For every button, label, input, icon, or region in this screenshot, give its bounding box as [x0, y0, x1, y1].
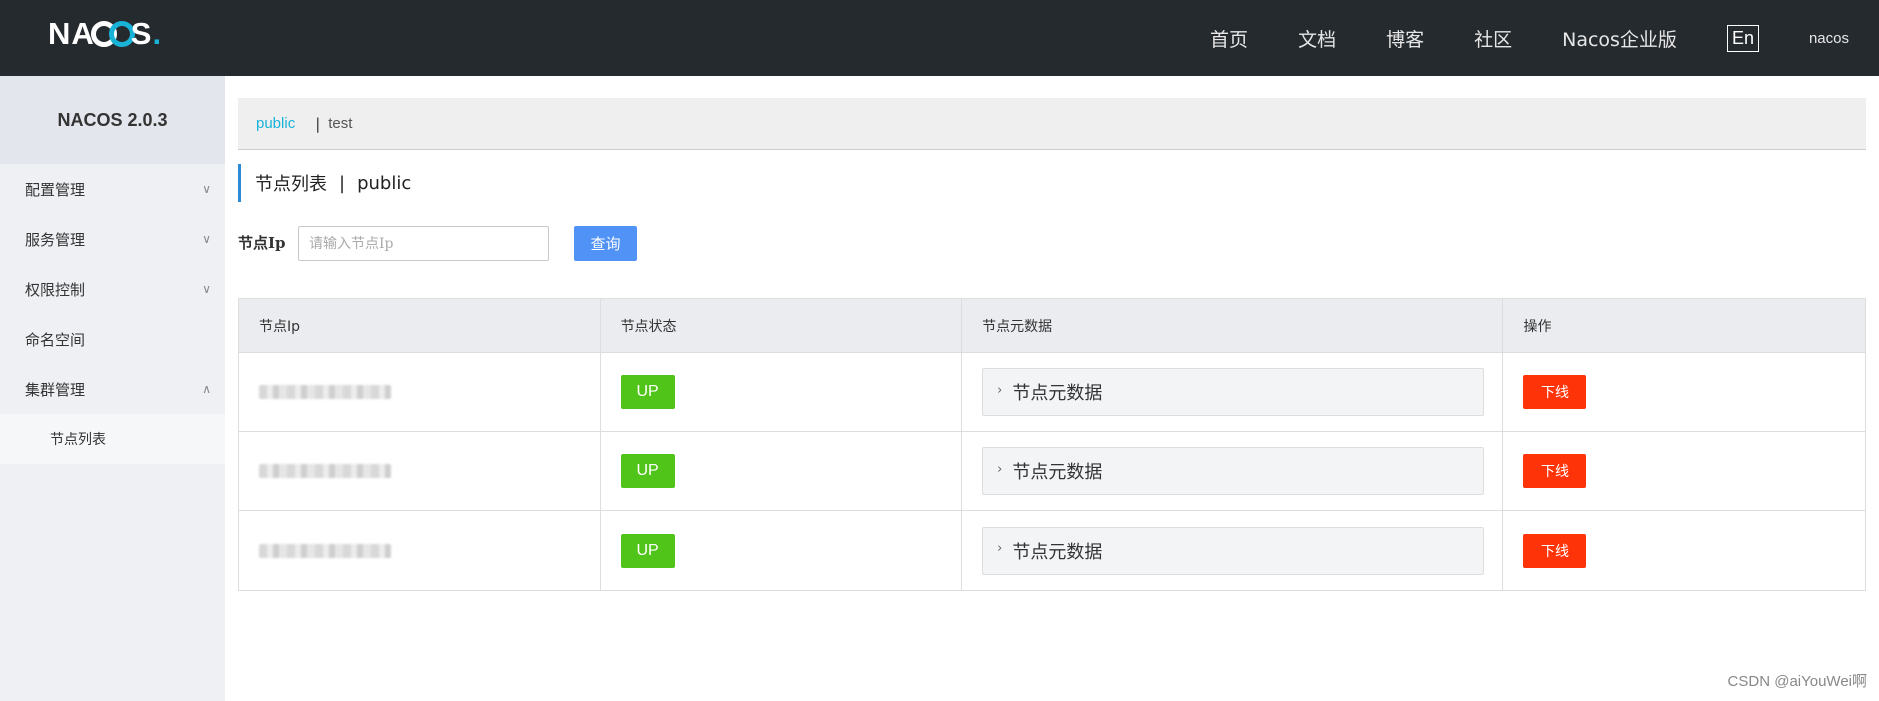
- status-badge: UP: [620, 454, 675, 488]
- table-row: UP › 节点元数据 下线: [239, 432, 1865, 511]
- page-title-namespace: public: [357, 172, 412, 194]
- table-row: UP › 节点元数据 下线: [239, 511, 1865, 590]
- chevron-right-icon: ›: [997, 461, 1003, 477]
- node-ip-cell: [239, 432, 601, 510]
- chevron-down-icon: ∨: [202, 282, 211, 296]
- namespace-separator: |: [315, 114, 321, 133]
- node-action-cell: 下线: [1503, 432, 1865, 510]
- nav-home[interactable]: 首页: [1210, 25, 1248, 52]
- node-metadata-cell: › 节点元数据: [962, 511, 1504, 590]
- chevron-down-icon: ∨: [202, 182, 211, 196]
- redacted-ip: [259, 385, 391, 399]
- node-action-cell: 下线: [1503, 353, 1865, 431]
- nacos-logo[interactable]: N A S .: [48, 12, 162, 56]
- metadata-label: 节点元数据: [1012, 462, 1103, 483]
- status-badge: UP: [620, 533, 675, 568]
- top-nav: 首页 文档 博客 社区 Nacos企业版 En nacos: [1210, 0, 1879, 76]
- sidebar-item-label: 权限控制: [25, 280, 86, 299]
- column-header-action: 操作: [1523, 318, 1552, 335]
- sidebar-subitem-node-list[interactable]: 节点列表: [0, 414, 225, 464]
- namespace-bar: public | test: [238, 98, 1866, 150]
- node-status-cell: UP: [601, 511, 963, 590]
- redacted-ip: [259, 543, 391, 558]
- sidebar-item-label: 命名空间: [25, 330, 86, 349]
- offline-button[interactable]: 下线: [1523, 533, 1587, 568]
- sidebar-item-config[interactable]: 配置管理 ∨: [0, 164, 225, 214]
- sidebar-item-label: 服务管理: [25, 230, 86, 249]
- page-title-separator: |: [339, 172, 346, 194]
- status-badge: UP: [620, 375, 675, 409]
- logo-letter: N: [48, 16, 72, 51]
- page-title: 节点列表 | public: [238, 164, 411, 202]
- column-header-ip: 节点Ip: [239, 299, 601, 352]
- logo-dot: .: [152, 16, 163, 51]
- nav-community[interactable]: 社区: [1474, 25, 1512, 52]
- user-menu[interactable]: nacos: [1809, 30, 1849, 47]
- language-toggle-button[interactable]: En: [1726, 24, 1759, 52]
- column-header-status: 节点状态: [601, 299, 963, 352]
- redacted-ip: [259, 464, 391, 478]
- namespace-public[interactable]: public: [256, 115, 295, 132]
- nav-enterprise[interactable]: Nacos企业版: [1562, 25, 1677, 52]
- search-label: 节点Ip: [238, 234, 286, 252]
- table-header: 节点Ip 节点状态 节点元数据 操作: [239, 299, 1865, 353]
- sidebar-item-auth[interactable]: 权限控制 ∨: [0, 264, 225, 314]
- chevron-right-icon: ›: [997, 541, 1003, 556]
- sidebar-item-cluster[interactable]: 集群管理 ∧: [0, 364, 225, 414]
- metadata-collapse[interactable]: › 节点元数据: [982, 447, 1485, 495]
- node-table: 节点Ip 节点状态 节点元数据 操作 UP › 节点元数据 下线 UP › 节点…: [238, 298, 1866, 591]
- sidebar-item-service[interactable]: 服务管理 ∨: [0, 214, 225, 264]
- node-status-cell: UP: [601, 432, 963, 510]
- sidebar-item-label: 集群管理: [25, 380, 86, 399]
- page-title-label: 节点列表: [255, 174, 327, 195]
- node-ip-cell: [239, 353, 601, 431]
- sidebar-item-namespace[interactable]: 命名空间: [0, 314, 225, 364]
- top-bar: N A S . 首页 文档 博客 社区 Nacos企业版 En nacos: [0, 0, 1879, 76]
- logo-rings-icon: [90, 21, 135, 47]
- search-input[interactable]: [298, 226, 549, 261]
- logo-letter: S: [130, 16, 153, 51]
- sidebar-item-label: 配置管理: [25, 180, 86, 199]
- node-metadata-cell: › 节点元数据: [962, 432, 1504, 510]
- offline-button[interactable]: 下线: [1523, 454, 1587, 488]
- query-button[interactable]: 查询: [574, 226, 637, 261]
- node-action-cell: 下线: [1503, 511, 1865, 590]
- node-status-cell: UP: [601, 353, 963, 431]
- offline-button[interactable]: 下线: [1523, 375, 1587, 409]
- chevron-up-icon: ∧: [202, 382, 211, 396]
- nav-docs[interactable]: 文档: [1298, 25, 1336, 52]
- column-header-metadata: 节点元数据: [962, 299, 1504, 352]
- node-ip-cell: [239, 511, 601, 590]
- metadata-label: 节点元数据: [1012, 383, 1103, 404]
- node-metadata-cell: › 节点元数据: [962, 353, 1504, 431]
- sidebar: NACOS 2.0.3 配置管理 ∨ 服务管理 ∨ 权限控制 ∨ 命名空间 集群…: [0, 76, 225, 701]
- sidebar-title: NACOS 2.0.3: [0, 76, 225, 164]
- chevron-right-icon: ›: [997, 382, 1003, 398]
- metadata-collapse[interactable]: › 节点元数据: [982, 526, 1485, 575]
- metadata-label: 节点元数据: [1012, 541, 1103, 563]
- nav-blog[interactable]: 博客: [1386, 25, 1424, 52]
- namespace-test[interactable]: test: [328, 115, 352, 132]
- chevron-down-icon: ∨: [202, 232, 211, 246]
- table-row: UP › 节点元数据 下线: [239, 353, 1865, 432]
- metadata-collapse[interactable]: › 节点元数据: [982, 368, 1485, 416]
- watermark: CSDN @aiYouWei啊: [1727, 673, 1867, 690]
